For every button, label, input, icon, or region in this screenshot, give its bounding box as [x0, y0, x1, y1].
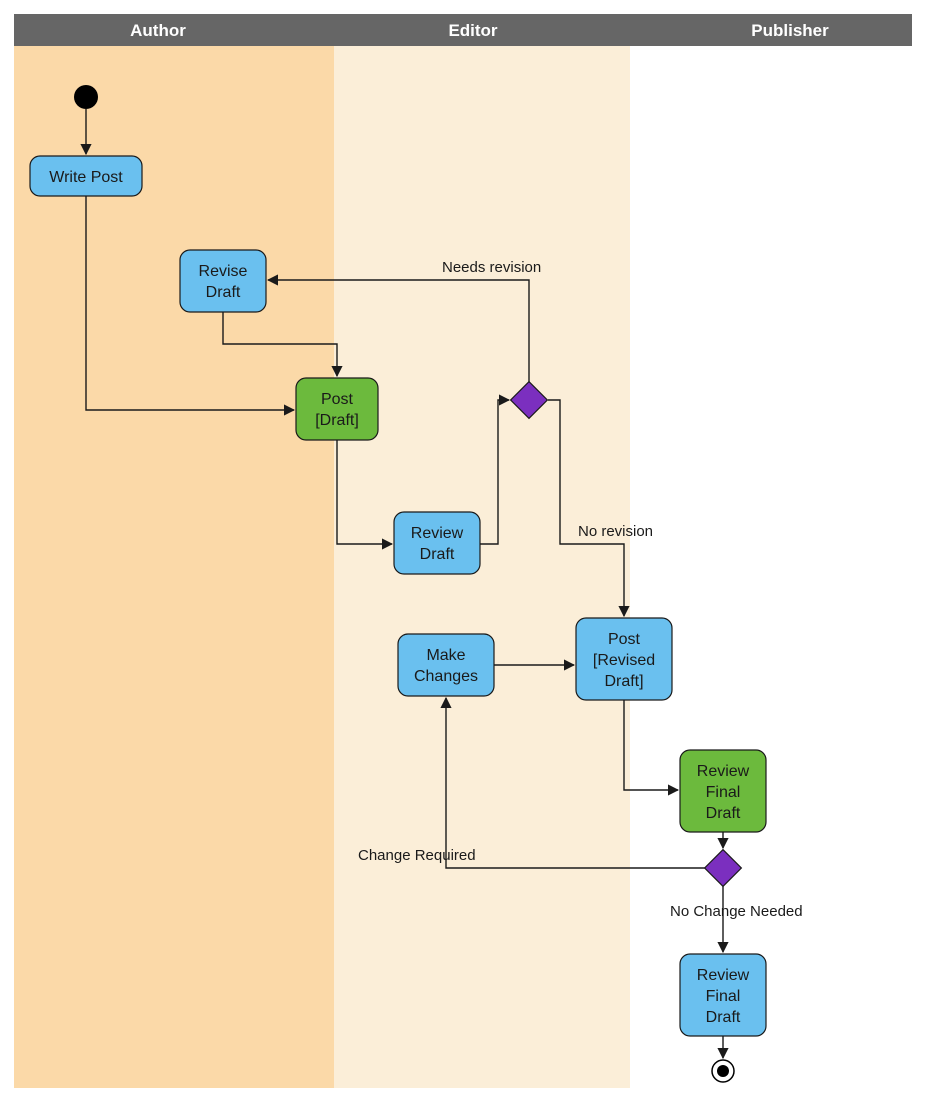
- node-review-final-label2: Final: [706, 784, 741, 801]
- node-write-post: Write Post: [30, 156, 142, 196]
- node-review-draft: Review Draft: [394, 512, 480, 574]
- node-review-draft-label2: Draft: [420, 546, 455, 563]
- edge-no-change-needed-label: No Change Needed: [670, 903, 803, 920]
- swimlane-diagram: Author Editor Publisher Write Post Revis…: [0, 0, 926, 1102]
- edge-needs-revision-label: Needs revision: [442, 259, 541, 276]
- lane-author-bg: [14, 46, 334, 1088]
- node-review-final2-label3: Draft: [706, 1009, 741, 1026]
- node-make-changes-label2: Changes: [414, 668, 478, 685]
- node-post-draft-label1: Post: [321, 391, 354, 408]
- node-revise-draft: Revise Draft: [180, 250, 266, 312]
- edge-change-required-label: Change Required: [358, 847, 476, 864]
- node-write-post-label: Write Post: [49, 169, 123, 186]
- node-make-changes-label1: Make: [426, 647, 465, 664]
- node-post-revised-label1: Post: [608, 631, 641, 648]
- node-review-final2-label2: Final: [706, 988, 741, 1005]
- node-make-changes: Make Changes: [398, 634, 494, 696]
- node-review-final2-label1: Review: [697, 967, 750, 984]
- lane-publisher-bg: [630, 46, 912, 1088]
- lane-author-label: Author: [130, 21, 186, 40]
- lane-publisher-label: Publisher: [751, 21, 829, 40]
- node-post-draft: Post [Draft]: [296, 378, 378, 440]
- node-post-revised-label2: [Revised: [593, 652, 655, 669]
- lane-editor-bg: [334, 46, 630, 1088]
- node-revise-draft-label1: Revise: [199, 263, 248, 280]
- node-revise-draft-label2: Draft: [206, 284, 241, 301]
- node-post-revised-label3: Draft]: [604, 673, 643, 690]
- node-review-final-label1: Review: [697, 763, 750, 780]
- node-review-final-label3: Draft: [706, 805, 741, 822]
- start-node: [74, 85, 98, 109]
- node-post-draft-label2: [Draft]: [315, 412, 359, 429]
- lane-editor-label: Editor: [448, 21, 497, 40]
- node-post-revised: Post [Revised Draft]: [576, 618, 672, 700]
- node-review-draft-label1: Review: [411, 525, 464, 542]
- edge-no-revision-label: No revision: [578, 523, 653, 540]
- node-review-final-2: Review Final Draft: [680, 954, 766, 1036]
- node-review-final: Review Final Draft: [680, 750, 766, 832]
